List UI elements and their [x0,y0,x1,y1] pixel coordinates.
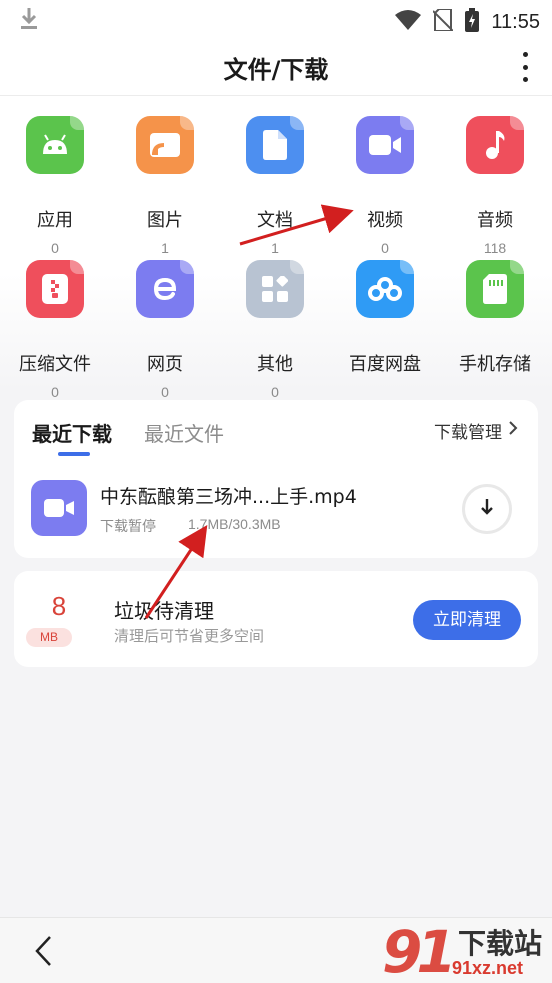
watermark-url: 91xz.net [452,958,524,978]
clean-now-button[interactable]: 立即清理 [413,600,521,640]
no-sim-icon [432,8,455,35]
status-bar: 11:55 [0,0,552,38]
resume-download-button[interactable] [462,484,512,534]
category-label: 百度网盘 [349,354,421,375]
battery-charging-icon [465,8,480,36]
chevron-right-icon [508,420,518,441]
category-count: 118 [483,240,507,256]
watermark-logo: 91 下载站 91xz.net [382,918,552,983]
category-archives[interactable]: 压缩文件 0 [0,260,110,400]
cleanup-card: 8 MB 垃圾待清理 清理后可节省更多空间 立即清理 [14,571,538,667]
category-label: 压缩文件 [19,354,91,375]
download-file-name[interactable]: 中东酝酿第三场冲...上手.mp4 [100,482,357,509]
category-videos[interactable]: 视频 0 [330,116,440,256]
category-other[interactable]: 其他 0 [220,260,330,400]
download-progress-size: 1.7MB/30.3MB [188,516,281,532]
category-audio[interactable]: 音频 118 [440,116,550,256]
clock: 11:55 [491,10,540,33]
category-apps[interactable]: 应用 0 [0,116,110,256]
category-label: 文档 [257,210,293,231]
category-label: 图片 [147,210,183,231]
video-file-icon [31,480,87,536]
category-label: 手机存储 [459,354,531,375]
category-count: 0 [161,384,169,400]
tab-recent-files[interactable]: 最近文件 [144,418,224,447]
video-icon [356,116,414,174]
tab-recent-downloads[interactable]: 最近下载 [32,418,112,447]
junk-size-number: 8 [51,591,67,621]
title-bar: 文件/下载 [0,38,552,96]
document-icon [246,116,304,174]
more-menu-icon[interactable] [520,52,530,82]
baidu-netdisk-icon [356,260,414,318]
category-count: 1 [271,240,279,256]
category-count: 0 [51,240,59,256]
category-label: 应用 [37,210,73,231]
category-count: 1 [161,240,169,256]
category-count: 0 [381,240,389,256]
webpage-icon [136,260,194,318]
category-count: 0 [51,384,59,400]
category-documents[interactable]: 文档 1 [220,116,330,256]
watermark-digits: 91 [382,918,457,983]
category-count: 0 [271,384,279,400]
download-manager-label: 下载管理 [434,423,502,443]
category-images[interactable]: 图片 1 [110,116,220,256]
page-title: 文件/下载 [223,56,329,84]
download-manager-link[interactable]: 下载管理 [434,418,518,443]
sd-card-icon [466,260,524,318]
download-arrow-icon [480,498,494,520]
zip-icon [26,260,84,318]
music-icon [466,116,524,174]
cleanup-title: 垃圾待清理 [114,599,214,623]
watermark-name: 下载站 [458,927,543,960]
image-icon [136,116,194,174]
category-grid: 应用 0 图片 1 文档 1 视频 0 音频 118 压缩文件 0 网页 0 其… [0,96,552,400]
category-label: 其他 [257,354,293,375]
category-webpages[interactable]: 网页 0 [110,260,220,400]
recent-card: 最近下载 最近文件 下载管理 中东酝酿第三场冲...上手.mp4 下载暂停 1.… [14,400,538,558]
android-icon [26,116,84,174]
download-notification-icon [18,6,40,36]
category-label: 网页 [147,354,183,375]
active-tab-indicator [58,452,90,456]
category-baidu-netdisk[interactable]: 百度网盘 [330,260,440,400]
back-arrow-icon[interactable] [32,934,54,972]
category-label: 音频 [477,210,513,231]
wifi-icon [395,10,422,34]
category-label: 视频 [367,210,403,231]
category-phone-storage[interactable]: 手机存储 [440,260,550,400]
other-icon [246,260,304,318]
cleanup-subtitle: 清理后可节省更多空间 [114,627,265,645]
junk-size-unit-badge: MB [26,628,72,647]
download-status: 下载暂停 [100,519,156,535]
